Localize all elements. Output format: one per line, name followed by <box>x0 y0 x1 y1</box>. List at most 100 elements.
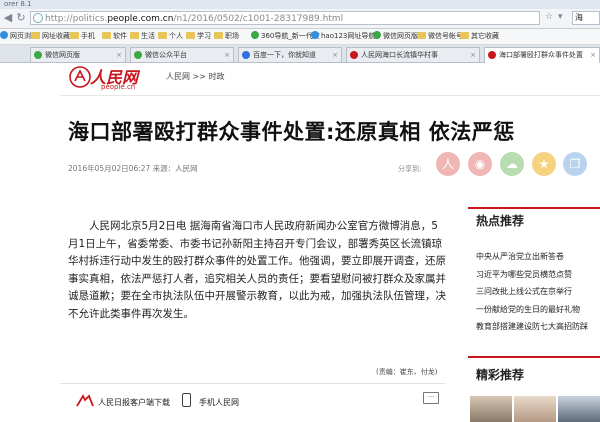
qzone-icon[interactable]: ★ <box>532 152 556 176</box>
bookmark-label: 生活 <box>141 32 155 40</box>
hot-recommend-item[interactable]: 习近平为哪些党员横范点赞 <box>476 266 600 284</box>
breadcrumb[interactable]: 人民网 >> 时政 <box>166 71 225 82</box>
back-icon[interactable]: ◀ <box>2 12 14 24</box>
article-meta: 2016年05月02日06:27 来源：人民网 <box>68 164 198 173</box>
article-editor: (责编：崔东、付龙) <box>376 368 438 376</box>
star-icon[interactable]: ☆ <box>545 12 555 24</box>
browser-tab[interactable]: 海口部署殴打群众事件处置 × <box>484 47 600 63</box>
bookmark-item[interactable]: 360导航_新一代安 <box>251 31 320 42</box>
url-path: /n1/2016/0502/c1001-28317989.html <box>173 14 344 24</box>
site-icon <box>0 31 8 39</box>
bookmark-item[interactable]: hao123网址导航 <box>311 31 375 42</box>
people-daily-app-icon[interactable] <box>75 394 95 408</box>
bookmark-item[interactable]: 学习 <box>186 31 211 42</box>
url-prefix: http://politics. <box>45 14 108 24</box>
folder-icon <box>417 32 426 39</box>
tab-label: 百度一下，你就知道 <box>253 51 316 59</box>
window-title-bar: orer 8.1 <box>0 0 600 9</box>
renmin-weibo-icon[interactable]: 人 <box>436 152 460 176</box>
site-icon <box>373 31 381 39</box>
folder-icon <box>186 32 195 39</box>
article-body: 人民网北京5月2日电 据海南省海口市人民政府新闻办公室官方微博消息，5月1日上午… <box>68 220 446 320</box>
mobile-site-link[interactable]: 手机人民网 <box>199 397 239 408</box>
dropdown-icon[interactable]: ▾ <box>558 12 568 24</box>
site-logo-sub: people.cn <box>101 83 136 91</box>
folder-icon <box>102 32 111 39</box>
comment-icon[interactable]: ··· <box>423 392 439 404</box>
bookmark-item[interactable]: 手机 <box>70 31 95 42</box>
browser-tab[interactable]: 百度一下，你就知道 × <box>238 47 342 62</box>
featured-thumbnail[interactable] <box>470 396 512 422</box>
refresh-icon[interactable]: ↻ <box>15 12 27 24</box>
address-bar: ◀ ↻ http://politics.people.com.cn/n1/201… <box>0 9 600 29</box>
url-input[interactable]: http://politics.people.com.cn/n1/2016/05… <box>30 11 540 25</box>
search-box-text: 海 <box>575 13 583 22</box>
globe-icon <box>33 13 43 23</box>
bookmark-item[interactable]: 微信网页版 <box>373 31 418 42</box>
wechat-icon[interactable]: ☁ <box>500 152 524 176</box>
folder-icon <box>214 32 223 39</box>
bookmark-label: 软件 <box>113 32 127 40</box>
browser-tab[interactable]: 人民网海口长流镇华村事 × <box>346 47 480 62</box>
folder-icon <box>70 32 79 39</box>
tab-strip: 微信网页版 × 微信公众平台 × 百度一下，你就知道 × 人民网海口长流镇华村事 × 海口部署殴… <box>0 45 600 63</box>
browser-tab[interactable]: 微信网页版 × <box>30 47 126 62</box>
sina-weibo-icon[interactable]: ◉ <box>468 152 492 176</box>
tab-favicon-icon <box>488 51 496 59</box>
window-title: orer 8.1 <box>4 0 32 8</box>
bookmark-label: 个人 <box>169 32 183 40</box>
url-domain: people.com.cn <box>107 14 174 24</box>
bookmark-label: 微信号帐号 <box>428 32 463 40</box>
folder-icon <box>130 32 139 39</box>
bookmark-label: hao123网址导航 <box>321 32 376 40</box>
mobile-phone-icon <box>182 393 191 407</box>
hot-recommend-item[interactable]: 一份献给党的生日的最好礼物 <box>476 301 600 319</box>
hot-recommend-list: 中央从严治党立出新答卷 习近平为哪些党员横范点赞 三问改批上线公式在京举行 一份献给党… <box>476 248 600 336</box>
tab-favicon-icon <box>242 51 250 59</box>
tab-favicon-icon <box>134 51 142 59</box>
bookmark-item[interactable]: 微信号帐号 <box>417 31 463 42</box>
bookmark-label: 学习 <box>197 32 211 40</box>
bookmark-label: 职场 <box>225 32 239 40</box>
hot-recommend-item[interactable]: 中央从严治党立出新答卷 <box>476 248 600 266</box>
tab-close-icon[interactable]: × <box>224 48 230 62</box>
folder-icon <box>460 32 469 39</box>
share-label: 分享到: <box>398 165 422 173</box>
bookmark-item[interactable]: 职场 <box>214 31 239 42</box>
app-download-link[interactable]: 人民日报客户端下载 <box>98 397 170 408</box>
tab-label: 微信公众平台 <box>145 51 187 59</box>
hot-recommend-item[interactable]: 三问改批上线公式在京举行 <box>476 283 600 301</box>
tab-favicon-icon <box>350 51 358 59</box>
copy-icon[interactable]: ❐ <box>563 152 587 176</box>
site-icon <box>311 31 319 39</box>
tab-label: 人民网海口长流镇华村事 <box>361 51 438 59</box>
bookmark-label: 手机 <box>81 32 95 40</box>
site-icon <box>251 31 259 39</box>
tab-close-icon[interactable]: × <box>116 48 122 62</box>
folder-icon <box>31 32 40 39</box>
hot-recommend-item[interactable]: 教育部搭建建设防七大高招防踩 <box>476 318 600 336</box>
header-divider <box>60 95 600 96</box>
folder-icon <box>158 32 167 39</box>
bookmarks-bar: 网页浏览 网址收藏夹 手机 软件 生活 个人 学习 职场 360导航_新一代安 hao123网址导… <box>0 29 600 45</box>
browser-tab[interactable]: 微信公众平台 × <box>130 47 234 62</box>
article-headline: 海口部署殴打群众事件处置:还原真相 依法严惩 <box>68 120 515 144</box>
tab-label: 海口部署殴打群众事件处置 <box>499 51 583 59</box>
hot-recommend-title: 热点推荐 <box>476 214 525 228</box>
tab-close-icon[interactable]: × <box>332 48 338 62</box>
tab-label: 微信网页版 <box>45 51 80 59</box>
tab-close-icon[interactable]: × <box>590 48 596 62</box>
bookmark-item[interactable]: 生活 <box>130 31 155 42</box>
bookmark-item[interactable]: 软件 <box>102 31 127 42</box>
featured-thumbnail[interactable] <box>514 396 556 422</box>
tab-close-icon[interactable]: × <box>470 48 476 62</box>
bookmark-item[interactable]: 其它收藏 <box>460 31 499 42</box>
comment-icon-text: ··· <box>427 393 435 401</box>
people-logo-icon[interactable] <box>69 66 91 88</box>
bookmark-item[interactable]: 个人 <box>158 31 183 42</box>
tab-favicon-icon <box>34 51 42 59</box>
featured-thumbnail[interactable] <box>558 396 600 422</box>
footer-divider <box>60 383 445 384</box>
search-box[interactable]: 海 <box>572 11 600 25</box>
bookmark-label: 微信网页版 <box>383 32 418 40</box>
